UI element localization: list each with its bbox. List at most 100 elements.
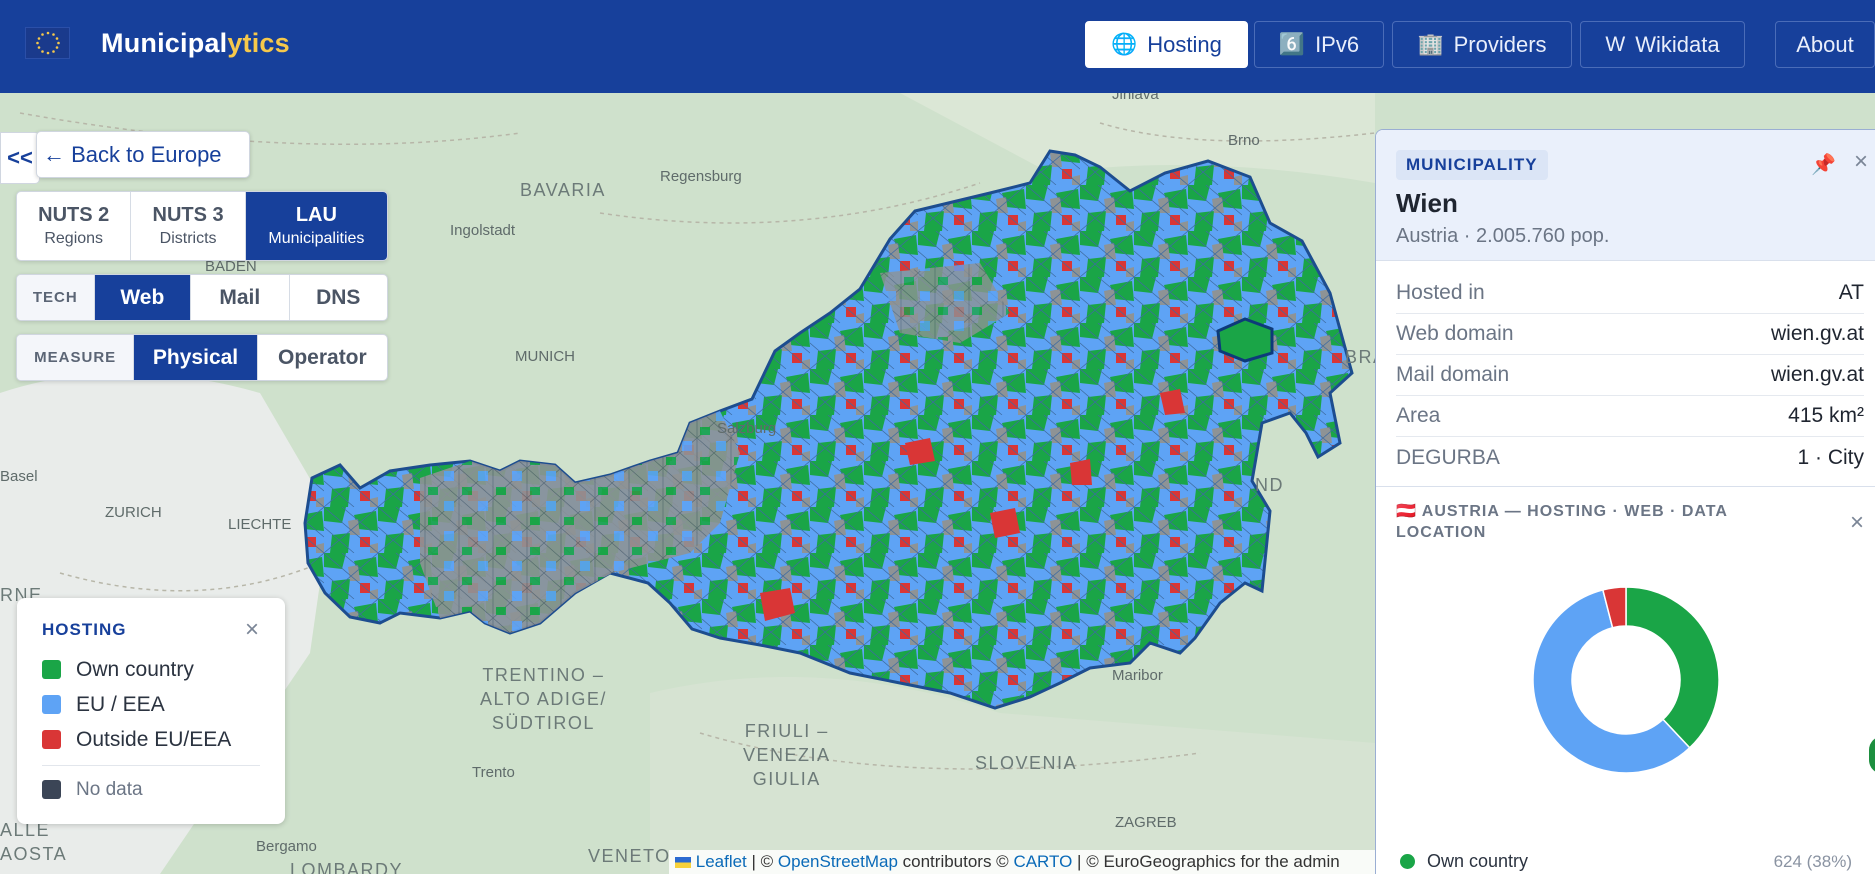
level-lau-button[interactable]: LAU Municipalities <box>245 192 387 260</box>
legend-label: Own country <box>76 657 194 681</box>
property-key: Web domain <box>1396 322 1514 345</box>
tech-web-button[interactable]: Web <box>94 275 192 320</box>
wikidata-icon: W <box>1605 32 1626 56</box>
property-value: 415 km² <box>1788 404 1864 427</box>
close-panel-button[interactable]: × <box>1854 148 1868 176</box>
map-label-zurich: ZURICH <box>105 504 162 521</box>
map-label-bergamo: Bergamo <box>256 838 317 855</box>
legend-divider <box>42 765 260 766</box>
map-label-veneto: VENETO <box>588 846 671 866</box>
map-label-maribor: Maribor <box>1112 667 1163 684</box>
country-stats-close-button[interactable]: × <box>1850 509 1864 537</box>
donut-slice-own-country[interactable] <box>1625 586 1720 749</box>
municipality-header: MUNICIPALITY 📌 × Wien Austria · 2.005.76… <box>1376 130 1875 261</box>
property-row: Mail domain wien.gv.at <box>1396 355 1864 396</box>
stats-legend-row: Own country 624 (38%) <box>1400 851 1852 872</box>
tech-mail-button[interactable]: Mail <box>191 275 290 320</box>
carto-link[interactable]: CARTO <box>1013 852 1072 871</box>
hosting-donut-chart <box>1532 586 1720 774</box>
nav-providers-label: Providers <box>1453 31 1547 57</box>
legend-swatch <box>42 660 61 679</box>
property-value: AT <box>1838 281 1864 304</box>
map-attribution: Leaflet | © OpenStreetMap contributors ©… <box>669 850 1375 874</box>
level-nuts3-button[interactable]: NUTS 3 Districts <box>131 192 246 260</box>
level-selector: NUTS 2 Regions NUTS 3 Districts LAU Muni… <box>16 191 388 261</box>
nav-about-label: About <box>1796 31 1854 57</box>
property-key: DEGURBA <box>1396 445 1500 469</box>
legend-nodata-label: No data <box>76 778 143 800</box>
nav-wikidata-button[interactable]: W Wikidata <box>1580 21 1745 68</box>
nav-hosting-label: Hosting <box>1147 31 1222 57</box>
legend-swatch <box>42 730 61 749</box>
attrib-mid: contributors © <box>897 852 1014 871</box>
measure-physical-button[interactable]: Physical <box>134 335 258 380</box>
level-nuts2-button[interactable]: NUTS 2 Regions <box>17 192 132 260</box>
map-label-basel: Basel <box>0 468 38 485</box>
property-row: Area 415 km² <box>1396 396 1864 437</box>
legend-item-nodata: No data <box>42 772 260 807</box>
brand-main-text: Municipal <box>101 28 228 58</box>
map-legend: HOSTING × Own country EU / EEA Outside E… <box>17 598 285 824</box>
map-label-friuli: FRIULI – VENEZIA GIULIA <box>743 721 831 789</box>
tech-selector: TECH Web Mail DNS <box>16 274 388 321</box>
municipality-chip: MUNICIPALITY <box>1396 150 1548 180</box>
property-key: Mail domain <box>1396 363 1510 386</box>
tech-dns-button[interactable]: DNS <box>290 275 387 320</box>
map-label-brno: Brno <box>1228 132 1260 149</box>
municipality-meta: Austria · 2.005.760 pop. <box>1396 225 1610 247</box>
map-label-jihlava: Jihlava <box>1112 93 1159 103</box>
back-to-europe-label: ← Back to Europe <box>43 141 222 167</box>
osm-link[interactable]: OpenStreetMap <box>778 852 898 871</box>
legend-swatch <box>42 695 61 714</box>
measure-tag: MEASURE <box>17 335 135 380</box>
level-nuts3-sub: Districts <box>159 230 217 247</box>
map-label-munich: MUNICH <box>515 348 575 365</box>
map-label-bavaria: BAVARIA <box>520 180 606 200</box>
app-brand[interactable]: Municipalytics <box>101 28 290 59</box>
property-value: wien.gv.at <box>1771 363 1864 386</box>
measure-operator-button[interactable]: Operator <box>258 335 387 380</box>
ipv6-icon: 6️⃣ <box>1278 32 1306 56</box>
collapse-panel-button[interactable]: << <box>0 132 40 184</box>
leaflet-link[interactable]: Leaflet <box>696 852 747 871</box>
country-stats: 🇦🇹 AUSTRIA — HOSTING · WEB · DATA LOCATI… <box>1376 486 1875 874</box>
building-icon: 🏢 <box>1417 32 1444 56</box>
eu-flag-icon <box>25 27 70 59</box>
nav-ipv6-button[interactable]: 6️⃣ IPv6 <box>1254 21 1384 68</box>
globe-icon: 🌐 <box>1111 32 1138 56</box>
legend-item: Outside EU/EEA <box>42 722 260 757</box>
tech-tag: TECH <box>17 275 95 320</box>
property-value: 1 · City <box>1797 445 1864 469</box>
brand-accent-text: ytics <box>227 28 290 58</box>
stats-legend-label: Own country <box>1427 851 1529 871</box>
map-label-slovenia: SLOVENIA <box>975 753 1078 773</box>
legend-close-button[interactable]: × <box>245 616 259 644</box>
stats-legend-count: 624 (38%) <box>1773 851 1852 871</box>
map-label-trento: Trento <box>472 764 515 781</box>
property-value: wien.gv.at <box>1771 322 1864 345</box>
attrib-tail: | © EuroGeographics for the admin <box>1072 852 1340 871</box>
property-key: Area <box>1396 404 1441 427</box>
map-label-ingolstadt: Ingolstadt <box>450 222 516 239</box>
property-row: Web domain wien.gv.at <box>1396 314 1864 355</box>
municipality-name: Wien <box>1396 188 1458 218</box>
level-nuts2-label: NUTS 2 <box>38 204 110 226</box>
nav-hosting-button[interactable]: 🌐 Hosting <box>1085 21 1248 68</box>
back-to-europe-button[interactable]: ← Back to Europe <box>36 131 250 178</box>
pin-icon[interactable]: 📌 <box>1811 152 1836 177</box>
nav-providers-button[interactable]: 🏢 Providers <box>1392 21 1572 68</box>
map-label-aosta: ALLE AOSTA <box>0 820 68 864</box>
map-label-trentino: TRENTINO – ALTO ADIGE/ SÜDTIROL <box>480 665 607 733</box>
municipality-panel: MUNICIPALITY 📌 × Wien Austria · 2.005.76… <box>1375 129 1875 874</box>
nav-about-button[interactable]: About <box>1775 21 1875 68</box>
ukraine-flag-icon <box>675 857 691 869</box>
measure-selector: MEASURE Physical Operator <box>16 334 388 381</box>
legend-swatch <box>42 780 61 799</box>
legend-title: HOSTING <box>42 620 127 639</box>
map-label-nd: ND <box>1255 475 1284 495</box>
map-label-lombardy: LOMBARDY <box>290 860 404 874</box>
legend-label: EU / EEA <box>76 692 165 716</box>
legend-item: Own country <box>42 652 260 687</box>
map-label-zagreb: ZAGREB <box>1115 814 1177 831</box>
nav-ipv6-label: IPv6 <box>1315 31 1360 57</box>
